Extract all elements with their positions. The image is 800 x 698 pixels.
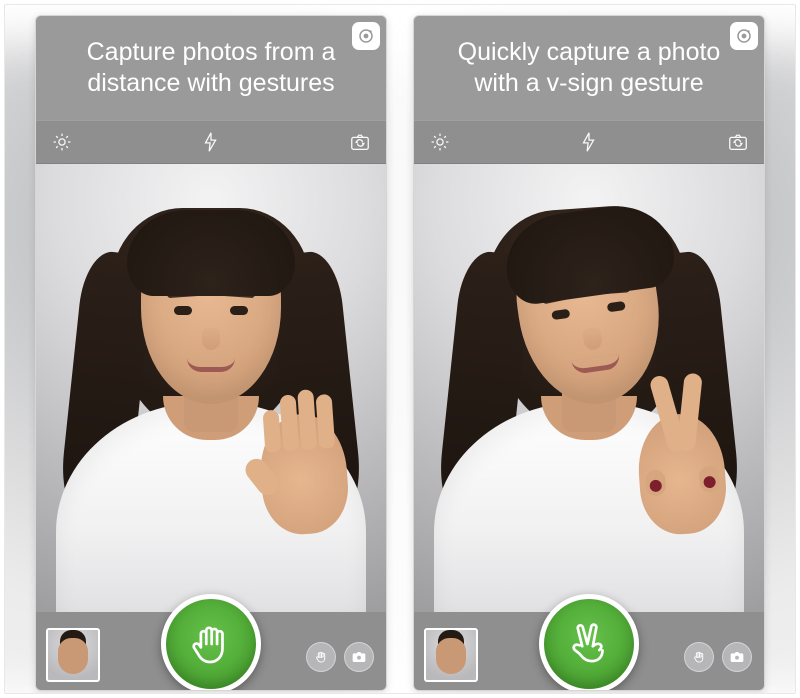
gear-icon <box>51 131 73 153</box>
camera-viewfinder[interactable] <box>414 164 764 612</box>
subject-person <box>61 182 361 612</box>
flash-button[interactable] <box>577 130 601 154</box>
camera-toolbar <box>36 120 386 164</box>
phone-screenshot-left: Capture photos from a distance with gest… <box>35 15 387 691</box>
hand-small-icon <box>691 649 707 665</box>
shutter-button[interactable] <box>161 594 261 691</box>
gesture-mode-button[interactable] <box>684 642 714 672</box>
hand-icon <box>184 617 238 671</box>
last-photo-thumbnail[interactable] <box>46 628 100 682</box>
promo-caption-band: Quickly capture a photo with a v-sign ge… <box>414 16 764 120</box>
settings-button[interactable] <box>428 130 452 154</box>
camera-viewfinder[interactable] <box>36 164 386 612</box>
camera-controls-bar <box>414 612 764 691</box>
promo-caption-text: Quickly capture a photo with a v-sign ge… <box>440 37 738 100</box>
phone-screenshot-right: Quickly capture a photo with a v-sign ge… <box>413 15 765 691</box>
camera-mode-button[interactable] <box>344 642 374 672</box>
camera-icon <box>351 649 367 665</box>
gesture-mode-button[interactable] <box>306 642 336 672</box>
hand-small-icon <box>313 649 329 665</box>
settings-button[interactable] <box>50 130 74 154</box>
camera-icon <box>729 649 745 665</box>
gear-icon <box>429 131 451 153</box>
camera-controls-bar <box>36 612 386 691</box>
app-logo-badge <box>352 22 380 50</box>
app-logo-badge <box>730 22 758 50</box>
switch-camera-icon <box>727 131 749 153</box>
switch-camera-button[interactable] <box>348 130 372 154</box>
camera-mode-button[interactable] <box>722 642 752 672</box>
switch-camera-button[interactable] <box>726 130 750 154</box>
flash-icon <box>200 131 222 153</box>
switch-camera-icon <box>349 131 371 153</box>
app-logo-icon <box>357 27 375 45</box>
app-logo-icon <box>735 27 753 45</box>
subject-person <box>439 182 739 612</box>
last-photo-thumbnail[interactable] <box>424 628 478 682</box>
v-sign-icon <box>562 617 616 671</box>
camera-toolbar <box>414 120 764 164</box>
promo-stage: Capture photos from a distance with gest… <box>4 4 796 694</box>
promo-caption-band: Capture photos from a distance with gest… <box>36 16 386 120</box>
flash-icon <box>578 131 600 153</box>
flash-button[interactable] <box>199 130 223 154</box>
shutter-button[interactable] <box>539 594 639 691</box>
promo-caption-text: Capture photos from a distance with gest… <box>62 37 360 100</box>
